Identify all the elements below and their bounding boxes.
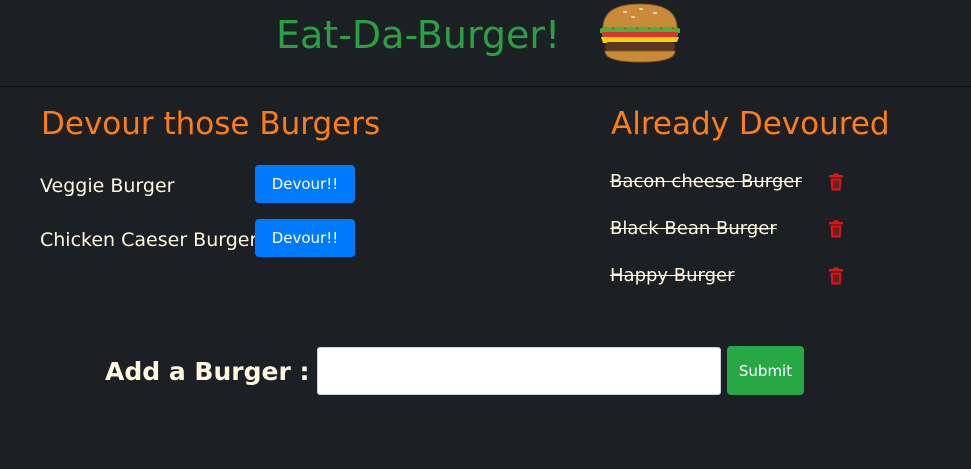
devour-button[interactable]: Devour!!	[255, 219, 355, 257]
burger-icon	[600, 3, 680, 63]
trash-icon[interactable]	[828, 173, 844, 191]
site-title: Eat-Da-Burger!	[276, 13, 561, 57]
add-burger-label: Add a Burger :	[105, 357, 310, 386]
page: Eat-Da-Burger! Devour those Burgers Vegg…	[0, 0, 971, 469]
header: Eat-Da-Burger!	[0, 0, 971, 87]
trash-icon[interactable]	[828, 220, 844, 238]
devour-button[interactable]: Devour!!	[255, 165, 355, 203]
devoured-burger-name: Black Bean Burger	[610, 218, 777, 239]
burger-name: Chicken Caeser Burger	[40, 229, 258, 251]
devoured-heading: Already Devoured	[611, 106, 890, 142]
burger-name-input[interactable]	[317, 347, 721, 395]
devoured-burger-name: Happy Burger	[610, 265, 735, 286]
burger-name: Veggie Burger	[40, 175, 175, 197]
submit-button[interactable]: Submit	[727, 346, 804, 395]
devoured-burger-name: Bacon cheese Burger	[610, 171, 802, 192]
devour-heading: Devour those Burgers	[41, 106, 381, 142]
trash-icon[interactable]	[828, 267, 844, 285]
